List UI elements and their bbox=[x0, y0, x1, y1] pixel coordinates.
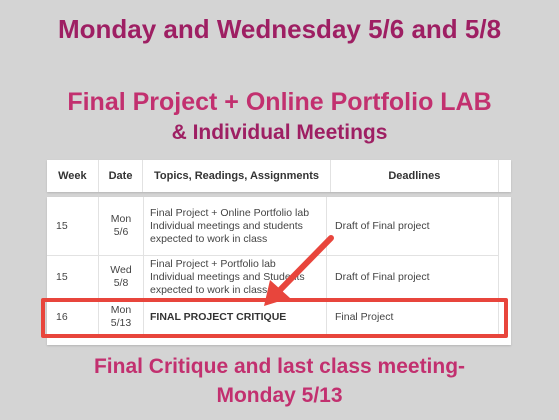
slide-subtitle-secondary: & Individual Meetings bbox=[171, 121, 388, 144]
date-cell: Wed 5/8 bbox=[98, 255, 144, 299]
slide-subtitle: Final Project + Online Portfolio LAB bbox=[67, 88, 492, 116]
deadline-cell: Final Project bbox=[326, 298, 499, 335]
date-cell: Mon 5/6 bbox=[98, 197, 144, 256]
topic-cell: Final Project + Portfolio lab Individual… bbox=[143, 255, 327, 299]
topic-cell: FINAL PROJECT CRITIQUE bbox=[143, 298, 327, 335]
deadline-cell: Draft of Final project bbox=[326, 197, 499, 256]
schedule-table-body: 15 Mon 5/6 Final Project + Online Portfo… bbox=[47, 197, 511, 345]
footer-text: Final Critique and last class meeting- bbox=[93, 355, 466, 378]
column-header-date: Date bbox=[98, 160, 144, 192]
schedule-table-header: Week Date Topics, Readings, Assignments … bbox=[47, 160, 511, 192]
column-header-topics: Topics, Readings, Assignments bbox=[142, 160, 331, 192]
column-header-week: Week bbox=[47, 160, 99, 192]
table-row: 15 Mon 5/6 Final Project + Online Portfo… bbox=[47, 197, 499, 256]
footer-text-secondary: Monday 5/13 bbox=[216, 384, 343, 407]
deadline-cell: Draft of Final project bbox=[326, 255, 499, 299]
topic-cell: Final Project + Online Portfolio lab Ind… bbox=[143, 197, 327, 256]
week-cell: 16 bbox=[47, 298, 99, 335]
slide-title: Monday and Wednesday 5/6 and 5/8 bbox=[57, 14, 502, 44]
week-cell: 15 bbox=[47, 255, 99, 299]
column-header-deadlines: Deadlines bbox=[330, 160, 500, 192]
week-cell: 15 bbox=[47, 197, 99, 256]
date-cell: Mon 5/13 bbox=[98, 298, 144, 335]
table-row: 15 Wed 5/8 Final Project + Portfolio lab… bbox=[47, 255, 499, 299]
table-row-highlighted: 16 Mon 5/13 FINAL PROJECT CRITIQUE Final… bbox=[47, 298, 499, 335]
